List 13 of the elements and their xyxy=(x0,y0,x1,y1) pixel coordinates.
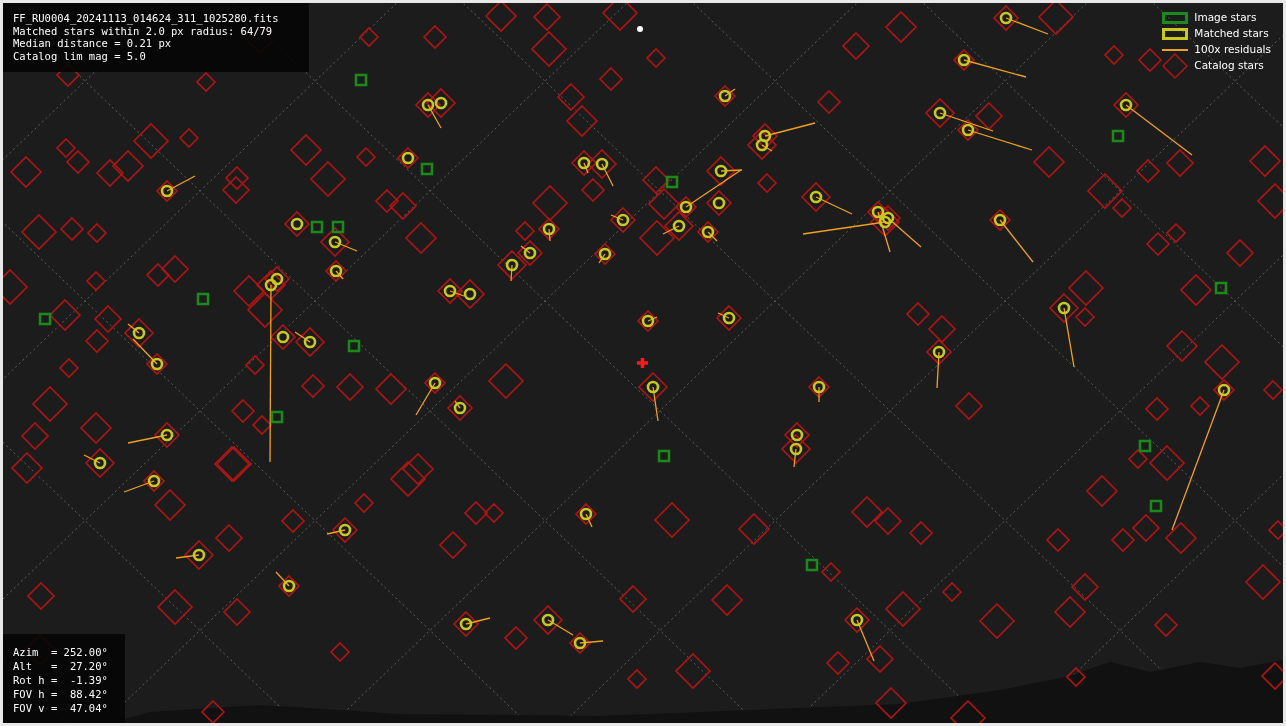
pointing-text: Rot h = -1.39° xyxy=(13,673,109,687)
info-text: Catalog lim mag = 5.0 xyxy=(13,49,147,62)
pointing-text: Alt = 27.20° xyxy=(13,659,109,673)
legend-label: Catalog stars xyxy=(1194,57,1264,73)
legend-label: Image stars xyxy=(1194,9,1257,25)
legend-label: 100x residuals xyxy=(1194,41,1271,57)
info-text: FF_RU0004_20241113_014624_311_1025280.fits xyxy=(13,12,280,25)
pointing-text: Azim = 252.00° xyxy=(13,645,109,659)
pointing-text: FOV v = 47.04° xyxy=(13,701,109,715)
legend-label: Matched stars xyxy=(1194,25,1269,41)
info-text: Matched stars within 2.0 px radius: 64/79 xyxy=(13,24,273,37)
pointing-text: FOV h = 88.42° xyxy=(13,687,109,701)
info-text: Median distance = 0.21 px xyxy=(13,37,173,50)
